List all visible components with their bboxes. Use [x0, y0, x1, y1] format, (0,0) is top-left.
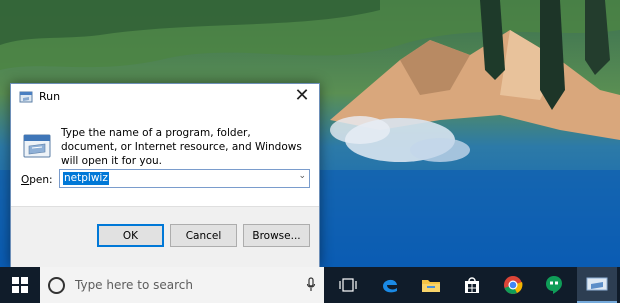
- store-taskbar-button[interactable]: [454, 267, 490, 303]
- search-placeholder: Type here to search: [75, 278, 193, 292]
- windows-start-icon: [12, 277, 28, 293]
- title-bar[interactable]: Run ✕: [11, 84, 319, 110]
- store-icon: [465, 277, 479, 293]
- cortana-icon[interactable]: [48, 276, 65, 294]
- chrome-taskbar-button[interactable]: [495, 267, 531, 303]
- run-app-icon: [19, 91, 33, 103]
- start-button[interactable]: [0, 267, 40, 303]
- task-view-button[interactable]: [330, 267, 366, 303]
- close-icon: ✕: [294, 85, 310, 106]
- file-explorer-icon: [422, 280, 440, 292]
- run-taskbar-button[interactable]: [577, 267, 617, 303]
- microphone-icon[interactable]: [306, 277, 316, 293]
- dialog-footer: OK Cancel Browse...: [11, 206, 319, 267]
- open-input[interactable]: netplwiz: [63, 172, 109, 185]
- open-combobox[interactable]: netplwiz ⌄: [59, 169, 310, 188]
- hangouts-icon: [546, 276, 562, 294]
- open-label-rest: pen:: [29, 174, 53, 186]
- close-button[interactable]: ✕: [287, 84, 317, 108]
- dialog-description: Type the name of a program, folder, docu…: [61, 127, 302, 167]
- chrome-icon: [504, 276, 523, 294]
- edge-icon: [383, 279, 397, 293]
- browse-button[interactable]: Browse...: [243, 224, 310, 247]
- chevron-down-icon[interactable]: ⌄: [298, 171, 306, 181]
- taskbar: Type here to search: [0, 267, 620, 303]
- dialog-title: Run: [39, 90, 61, 103]
- taskbar-search-box[interactable]: Type here to search: [40, 267, 324, 303]
- file-explorer-taskbar-button[interactable]: [413, 267, 449, 303]
- run-dialog: Run ✕ Type the name of a program, folder…: [10, 83, 320, 267]
- open-label: Open:: [21, 174, 53, 186]
- run-app-icon: [586, 277, 608, 291]
- task-view-icon: [339, 278, 357, 292]
- edge-taskbar-button[interactable]: [372, 267, 408, 303]
- hangouts-taskbar-button[interactable]: [536, 267, 572, 303]
- cancel-button[interactable]: Cancel: [170, 224, 237, 247]
- ok-button[interactable]: OK: [97, 224, 164, 247]
- run-program-icon: [23, 134, 51, 158]
